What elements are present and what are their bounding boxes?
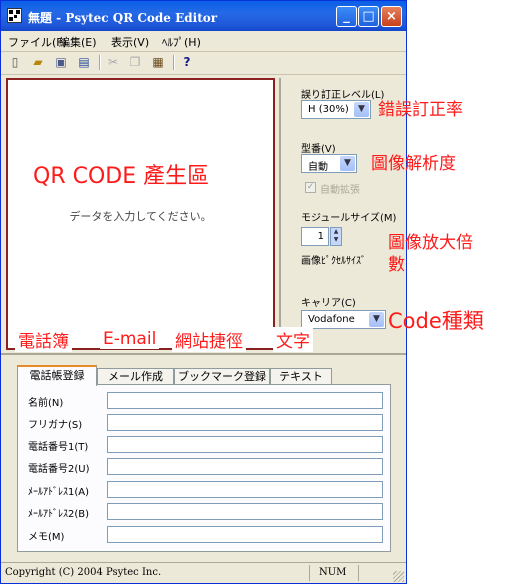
annotation-email: E-mail	[100, 329, 160, 349]
help-icon[interactable]: ?	[179, 54, 195, 70]
pixel-size-label: 画像ﾋﾟｸｾﾙｻｲｽﾞ	[301, 256, 366, 267]
chevron-down-icon[interactable]: ▼	[340, 156, 355, 171]
print-preview-icon[interactable]: ▤	[76, 54, 92, 70]
phonebook-form: 名前(N) フリガナ(S) 電話番号1(T) 電話番号2(U) ﾒｰﾙｱﾄﾞﾚｽ…	[17, 384, 391, 552]
qr-preview-area[interactable]: データを入力してください。	[6, 78, 275, 350]
email2-label: ﾒｰﾙｱﾄﾞﾚｽ2(B)	[28, 509, 90, 520]
annotation-bookmark: 網站捷徑	[172, 327, 246, 352]
title-bar[interactable]: 無題 - Psytec QR Code Editor _ □ ×	[1, 1, 406, 31]
num-lock-indicator: NUM	[319, 567, 347, 578]
annotation-error-correction: 錯誤訂正率	[378, 100, 463, 120]
status-divider	[309, 565, 310, 581]
annotation-phonebook: 電話簿	[15, 327, 72, 352]
furigana-input[interactable]	[107, 414, 383, 431]
model-label: 型番(V)	[301, 144, 336, 155]
module-size-input[interactable]: 1	[301, 227, 329, 246]
open-icon[interactable]: ▰	[30, 54, 46, 70]
paste-icon[interactable]: ▦	[150, 54, 166, 70]
minimize-button[interactable]: _	[336, 6, 357, 27]
carrier-label: キャリア(C)	[301, 298, 356, 309]
memo-label: メモ(M)	[28, 532, 65, 543]
menu-bar: ファイル(F) 編集(E) 表示(V) ﾍﾙﾌﾟ(H)	[1, 31, 406, 52]
window-title: 無題 - Psytec QR Code Editor	[28, 11, 218, 25]
tab-mail[interactable]: メール作成	[97, 368, 174, 385]
email2-input[interactable]	[107, 503, 383, 520]
annotation-resolution: 圖像解析度	[371, 154, 456, 174]
tab-text[interactable]: テキスト	[270, 368, 332, 385]
annotation-qr-area: QR CODE 產生區	[33, 164, 210, 189]
module-size-stepper[interactable]: 1 ▲ ▼	[301, 227, 342, 246]
email1-input[interactable]	[107, 481, 383, 498]
menu-view[interactable]: 表示(V)	[111, 34, 149, 50]
cut-icon[interactable]: ✂	[105, 54, 121, 70]
error-correction-select[interactable]: H (30%) ▼	[301, 100, 371, 119]
qr-app-icon	[7, 8, 22, 23]
chevron-down-icon[interactable]: ▼	[354, 102, 369, 117]
phone2-input[interactable]	[107, 458, 383, 475]
annotation-code-type: Code種類	[388, 309, 484, 333]
carrier-select[interactable]: Vodafone ▼	[301, 310, 386, 329]
copy-icon[interactable]: ❐	[127, 54, 143, 70]
annotation-text: 文字	[273, 327, 313, 352]
app-window: 無題 - Psytec QR Code Editor _ □ × ファイル(F)…	[0, 0, 407, 584]
vertical-splitter[interactable]	[279, 78, 281, 350]
new-icon[interactable]: ▯	[7, 54, 23, 70]
phone2-label: 電話番号2(U)	[28, 464, 90, 475]
annotation-zoom-cont: 數	[388, 255, 405, 275]
model-select[interactable]: 自動 ▼	[301, 154, 357, 173]
name-label: 名前(N)	[28, 398, 64, 409]
tab-bookmark[interactable]: ブックマーク登録	[174, 368, 270, 385]
status-bar: Copyright (C) 2004 Psytec Inc. NUM	[1, 562, 406, 584]
phone1-label: 電話番号1(T)	[28, 442, 89, 453]
auto-expand-label: 自動拡張	[320, 185, 360, 196]
status-divider	[358, 565, 359, 581]
tab-phonebook[interactable]: 電話帳登録	[17, 365, 97, 386]
chevron-down-icon[interactable]: ▼	[369, 312, 384, 327]
save-icon[interactable]: ▣	[53, 54, 69, 70]
close-button[interactable]: ×	[381, 6, 402, 27]
menu-help[interactable]: ﾍﾙﾌﾟ(H)	[162, 34, 201, 50]
toolbar-separator	[99, 55, 101, 70]
toolbar-separator	[173, 55, 175, 70]
email1-label: ﾒｰﾙｱﾄﾞﾚｽ1(A)	[28, 487, 90, 498]
copyright-text: Copyright (C) 2004 Psytec Inc.	[5, 567, 162, 578]
error-correction-label: 誤り訂正レベル(L)	[301, 90, 385, 101]
memo-input[interactable]	[107, 526, 383, 543]
furigana-label: フリガナ(S)	[28, 420, 83, 431]
auto-expand-checkbox[interactable]: ✓	[305, 182, 316, 193]
canvas-message: データを入力してください。	[69, 210, 212, 223]
menu-edit[interactable]: 編集(E)	[59, 34, 97, 50]
toolbar: ▯ ▰ ▣ ▤ ✂ ❐ ▦ ?	[1, 52, 406, 75]
spin-updown-icon[interactable]: ▲ ▼	[330, 227, 342, 246]
name-input[interactable]	[107, 392, 383, 409]
module-size-label: モジュールサイズ(M)	[301, 213, 397, 224]
resize-grip[interactable]	[393, 571, 404, 582]
maximize-button[interactable]: □	[358, 6, 379, 27]
horizontal-splitter[interactable]	[1, 353, 406, 355]
phone1-input[interactable]	[107, 436, 383, 453]
